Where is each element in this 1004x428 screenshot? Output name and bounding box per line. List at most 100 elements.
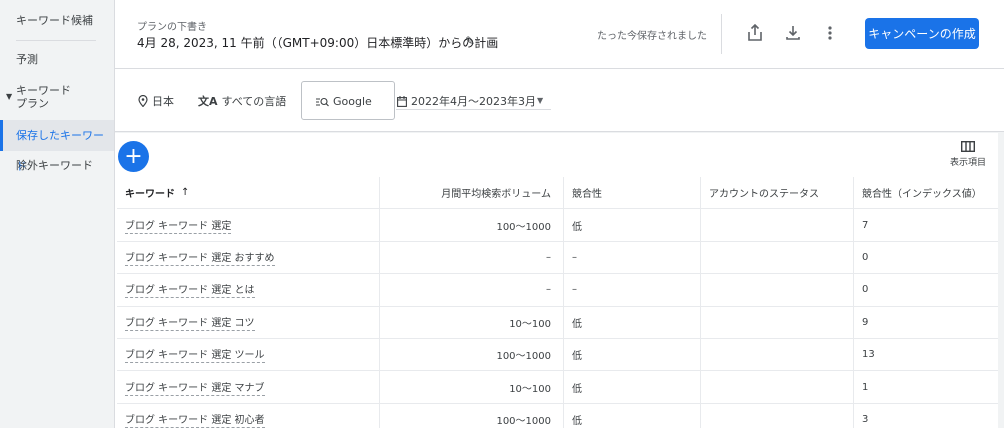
header-volume[interactable]: 月間平均検索ボリューム bbox=[380, 177, 564, 209]
keyword-table: キーワード ↑ 月間平均検索ボリューム 競合性 アカウントのステータス 競合性（イ… bbox=[117, 177, 999, 428]
competition-cell: – bbox=[564, 241, 701, 274]
table-row: ブログ キーワード 選定 マナブ 10～100 低 1 bbox=[117, 371, 999, 404]
sidebar: キーワード候補 予測 ▼ キーワード プラン 保存したキーワード 除外キーワード bbox=[0, 0, 115, 428]
sidebar-item-saved-keywords[interactable]: 保存したキーワード bbox=[0, 120, 114, 173]
table-row: ブログ キーワード 選定 100～1000 低 7 bbox=[117, 209, 999, 242]
volume-cell: – bbox=[380, 241, 564, 274]
plan-title: 4月 28, 2023, 11 午前（（GMT+09:00）日本標準時）からの計… bbox=[137, 36, 499, 50]
keyword-cell[interactable]: ブログ キーワード 選定 コツ bbox=[117, 306, 380, 338]
network-filter-inner: Google bbox=[316, 95, 372, 108]
location-pin-icon bbox=[138, 95, 148, 107]
network-label: Google bbox=[333, 95, 372, 108]
header-label: アカウントのステータス bbox=[709, 189, 819, 201]
table-row: ブログ キーワード 選定 初心者 100～1000 低 3 bbox=[117, 403, 999, 428]
competition-cell: – bbox=[564, 274, 701, 306]
competition-cell: 低 bbox=[564, 403, 701, 428]
index-cell: 13 bbox=[862, 349, 875, 361]
network-filter[interactable]: Google bbox=[301, 81, 395, 120]
keyword-cell[interactable]: ブログ キーワード 選定 bbox=[117, 209, 380, 241]
index-cell: 9 bbox=[862, 316, 869, 328]
volume-cell: 100～1000 bbox=[380, 403, 564, 428]
location-label: 日本 bbox=[152, 95, 174, 108]
translate-icon: 文A bbox=[198, 95, 218, 108]
sidebar-item-keyword-plan[interactable]: キーワード プラン bbox=[0, 84, 114, 110]
save-status: たった今保存されました bbox=[597, 31, 707, 42]
header-label: キーワード bbox=[125, 189, 175, 201]
sidebar-item-keyword-ideas[interactable]: キーワード候補 bbox=[0, 14, 114, 28]
table-row: ブログ キーワード 選定 とは – – 0 bbox=[117, 274, 999, 307]
more-vert-icon[interactable] bbox=[819, 22, 841, 44]
index-cell: 3 bbox=[862, 413, 869, 425]
keyword-text: ブログ キーワード 選定 マナブ bbox=[125, 379, 265, 396]
status-cell bbox=[701, 209, 854, 241]
sidebar-item-forecast[interactable]: 予測 bbox=[0, 53, 114, 67]
header-keyword[interactable]: キーワード ↑ bbox=[117, 177, 380, 209]
keyword-cell[interactable]: ブログ キーワード 選定 マナブ bbox=[117, 371, 380, 403]
competition-cell: 低 bbox=[564, 338, 701, 371]
date-range-filter[interactable]: 2022年4月～2023年3月 bbox=[397, 93, 536, 109]
competition-cell: 低 bbox=[564, 209, 701, 241]
volume-cell: 100～1000 bbox=[380, 338, 564, 371]
date-underline bbox=[396, 109, 551, 110]
keyword-text: ブログ キーワード 選定 コツ bbox=[125, 314, 255, 331]
table-row: ブログ キーワード 選定 ツール 100～1000 低 13 bbox=[117, 338, 999, 372]
search-network-icon bbox=[316, 97, 329, 106]
keyword-text: ブログ キーワード 選定 初心者 bbox=[125, 411, 265, 428]
index-cell: 0 bbox=[862, 251, 869, 263]
keyword-text: ブログ キーワード 選定 とは bbox=[125, 281, 255, 299]
header-divider bbox=[721, 14, 722, 54]
location-filter[interactable]: 日本 bbox=[138, 93, 174, 109]
create-campaign-button[interactable]: キャンペーンの作成 bbox=[865, 18, 979, 49]
edit-pencil-icon[interactable]: ✎ bbox=[465, 34, 475, 48]
status-cell bbox=[701, 306, 854, 338]
competition-cell: 低 bbox=[564, 306, 701, 338]
volume-cell: 10～100 bbox=[380, 371, 564, 403]
download-icon[interactable] bbox=[782, 22, 804, 44]
sidebar-item-label: 予測 bbox=[16, 53, 38, 66]
index-cell: 7 bbox=[862, 219, 869, 231]
status-cell bbox=[701, 241, 854, 274]
columns-button[interactable]: 表示項目 bbox=[943, 141, 993, 168]
header-competition[interactable]: 競合性 bbox=[564, 177, 701, 209]
language-filter[interactable]: 文A すべての言語 bbox=[198, 93, 286, 109]
volume-cell: 100～1000 bbox=[380, 209, 564, 241]
columns-icon bbox=[961, 141, 975, 152]
sort-arrow-up-icon: ↑ bbox=[181, 187, 190, 199]
sidebar-item-label: キーワード プラン bbox=[16, 84, 71, 110]
header-label: 競合性 bbox=[572, 189, 602, 201]
add-keyword-button[interactable]: + bbox=[118, 141, 149, 172]
share-icon[interactable] bbox=[744, 22, 766, 44]
volume-cell: – bbox=[380, 274, 564, 306]
date-dropdown-arrow-icon[interactable]: ▼ bbox=[537, 96, 543, 105]
table-header-row: キーワード ↑ 月間平均検索ボリューム 競合性 アカウントのステータス 競合性（イ… bbox=[117, 177, 999, 210]
status-cell bbox=[701, 338, 854, 371]
sidebar-divider bbox=[16, 40, 96, 41]
keyword-cell[interactable]: ブログ キーワード 選定 初心者 bbox=[117, 403, 380, 428]
sidebar-item-label: 除外キーワード bbox=[16, 159, 93, 172]
plan-header: プランの下書き 4月 28, 2023, 11 午前（（GMT+09:00）日本… bbox=[115, 0, 1004, 69]
sidebar-item-label: キーワード候補 bbox=[16, 14, 93, 27]
calendar-icon bbox=[397, 95, 407, 107]
status-cell bbox=[701, 403, 854, 428]
table-row: ブログ キーワード 選定 コツ 10～100 低 9 bbox=[117, 306, 999, 339]
language-label: すべての言語 bbox=[221, 95, 287, 108]
plan-subtitle: プランの下書き bbox=[137, 22, 207, 33]
keyword-text: ブログ キーワード 選定 ツール bbox=[125, 346, 265, 364]
index-cell: 1 bbox=[862, 381, 869, 393]
competition-cell: 低 bbox=[564, 371, 701, 403]
status-cell bbox=[701, 371, 854, 403]
sidebar-item-negative-keywords[interactable]: 除外キーワード bbox=[0, 159, 114, 173]
status-cell bbox=[701, 274, 854, 306]
keyword-text: ブログ キーワード 選定 おすすめ bbox=[125, 249, 275, 266]
scrollbar-track[interactable] bbox=[998, 133, 1004, 428]
header-account-status[interactable]: アカウントのステータス bbox=[701, 177, 854, 209]
keyword-cell[interactable]: ブログ キーワード 選定 おすすめ bbox=[117, 241, 380, 274]
keyword-cell[interactable]: ブログ キーワード 選定 ツール bbox=[117, 338, 380, 371]
keyword-text: ブログ キーワード 選定 bbox=[125, 217, 232, 234]
header-label: 競合性（インデックス値） bbox=[862, 189, 982, 201]
header-label: 月間平均検索ボリューム bbox=[441, 189, 551, 201]
table-row: ブログ キーワード 選定 おすすめ – – 0 bbox=[117, 241, 999, 275]
date-range-label: 2022年4月～2023年3月 bbox=[411, 95, 536, 108]
header-competition-index[interactable]: 競合性（インデックス値） bbox=[854, 177, 999, 208]
keyword-cell[interactable]: ブログ キーワード 選定 とは bbox=[117, 274, 380, 306]
